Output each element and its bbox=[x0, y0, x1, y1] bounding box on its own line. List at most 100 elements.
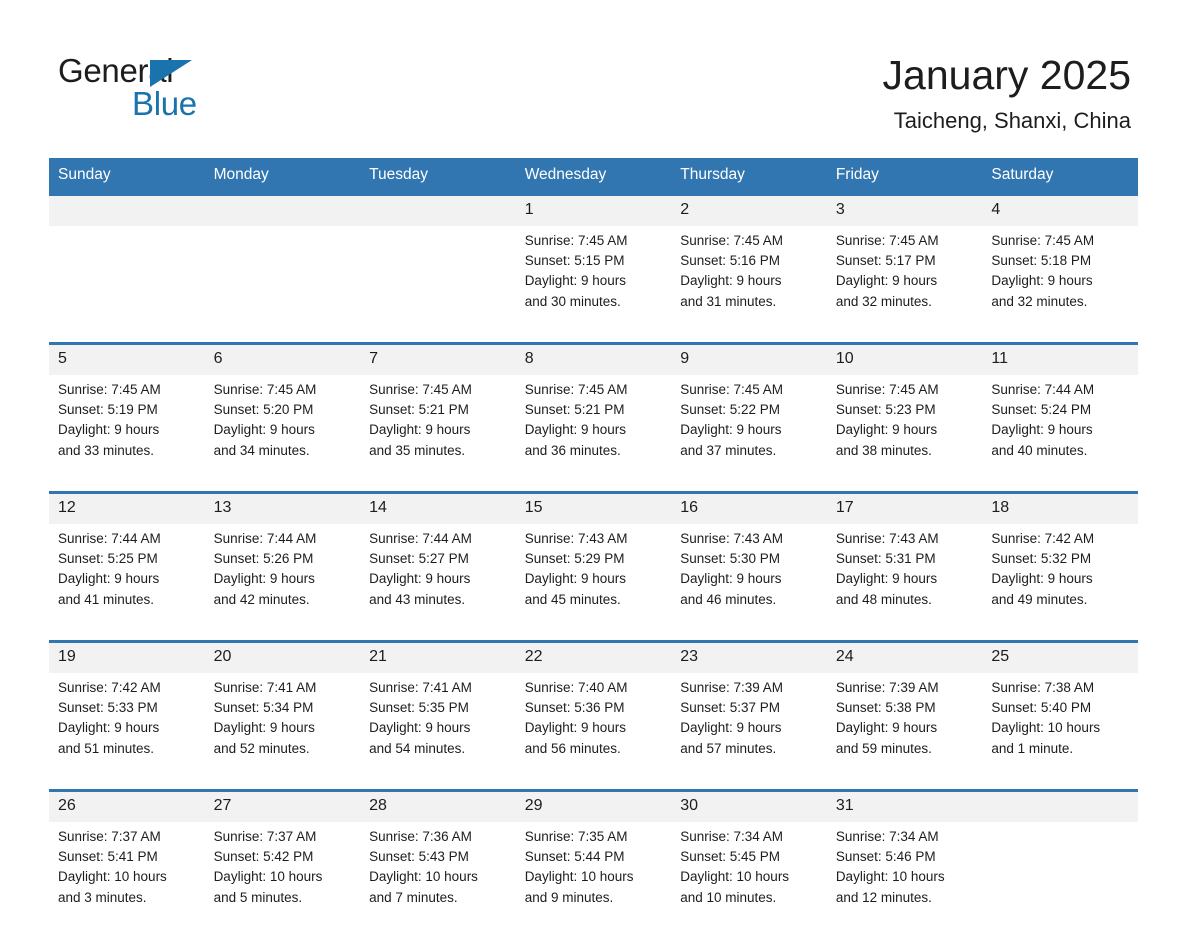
day-number[interactable]: 8 bbox=[515, 345, 672, 375]
day-number[interactable]: 4 bbox=[982, 196, 1138, 226]
calendar-body: 1 2 3 4 Sunrise: 7:45 AM Sunset: 5:15 PM Dayli… bbox=[49, 193, 1138, 938]
day-cell-details[interactable]: Sunrise: 7:45 AM Sunset: 5:17 PM Daylight:… bbox=[826, 226, 983, 342]
general-blue-logo[interactable]: General Blue bbox=[58, 52, 318, 132]
day-cell-details[interactable]: Sunrise: 7:42 AM Sunset: 5:32 PM Daylight:… bbox=[982, 524, 1138, 640]
daylight-text-line2: and 46 minutes. bbox=[680, 591, 777, 607]
day-detail-row: Sunrise: 7:45 AM Sunset: 5:15 PM Daylight:… bbox=[49, 226, 1138, 342]
day-number[interactable]: 1 bbox=[515, 196, 672, 226]
daylight-text-line1: Daylight: 9 hours bbox=[524, 720, 626, 736]
day-cell-details[interactable]: Sunrise: 7:39 AM Sunset: 5:38 PM Daylight:… bbox=[826, 673, 983, 789]
sunset-text: Sunset: 5:19 PM bbox=[58, 402, 158, 418]
daylight-text-line2: and 59 minutes. bbox=[835, 740, 932, 756]
day-number[interactable]: 14 bbox=[360, 494, 516, 524]
sunrise-text: Sunrise: 7:34 AM bbox=[835, 829, 939, 844]
day-number[interactable]: 11 bbox=[982, 345, 1138, 375]
day-number-row: 5 6 7 8 9 10 11 bbox=[49, 345, 1138, 375]
logo-triangle-icon bbox=[150, 60, 192, 87]
day-number[interactable]: 29 bbox=[515, 792, 672, 822]
day-cell-details[interactable]: Sunrise: 7:43 AM Sunset: 5:31 PM Daylight:… bbox=[826, 524, 983, 640]
daylight-text-line2: and 37 minutes. bbox=[680, 442, 777, 458]
day-cell-details[interactable]: Sunrise: 7:34 AM Sunset: 5:45 PM Daylight:… bbox=[671, 822, 827, 938]
day-cell-details[interactable]: Sunrise: 7:45 AM Sunset: 5:15 PM Daylight:… bbox=[515, 226, 672, 342]
daylight-text-line2: and 54 minutes. bbox=[369, 740, 466, 756]
day-number[interactable]: 10 bbox=[826, 345, 983, 375]
day-number[interactable]: 5 bbox=[49, 345, 205, 375]
daylight-text-line1: Daylight: 9 hours bbox=[680, 720, 782, 736]
day-cell-details[interactable]: Sunrise: 7:45 AM Sunset: 5:20 PM Daylight:… bbox=[204, 375, 361, 491]
day-number[interactable]: 19 bbox=[49, 643, 205, 673]
sunrise-text: Sunrise: 7:44 AM bbox=[58, 531, 161, 546]
day-number[interactable]: 3 bbox=[826, 196, 983, 226]
daylight-text-line2: and 3 minutes. bbox=[58, 889, 147, 905]
daylight-text-line1: Daylight: 9 hours bbox=[213, 571, 315, 587]
column-header-tuesday: Tuesday bbox=[360, 158, 516, 193]
sunrise-text: Sunrise: 7:42 AM bbox=[58, 680, 161, 695]
day-cell-details[interactable]: Sunrise: 7:45 AM Sunset: 5:19 PM Daylight:… bbox=[49, 375, 205, 491]
sunrise-text: Sunrise: 7:45 AM bbox=[213, 382, 317, 397]
day-number[interactable]: 31 bbox=[826, 792, 983, 822]
daylight-text-line1: Daylight: 9 hours bbox=[58, 720, 160, 736]
day-cell-details[interactable]: Sunrise: 7:36 AM Sunset: 5:43 PM Daylight:… bbox=[360, 822, 516, 938]
day-number[interactable]: 26 bbox=[49, 792, 205, 822]
day-number[interactable]: 27 bbox=[204, 792, 361, 822]
day-cell-details[interactable]: Sunrise: 7:43 AM Sunset: 5:30 PM Daylight:… bbox=[671, 524, 827, 640]
day-cell-details[interactable]: Sunrise: 7:44 AM Sunset: 5:27 PM Daylight:… bbox=[360, 524, 516, 640]
sunrise-text: Sunrise: 7:45 AM bbox=[680, 233, 784, 248]
sunrise-sunset-calendar-table: Sunday Monday Tuesday Wednesday Thursday… bbox=[49, 158, 1138, 938]
day-cell-details[interactable]: Sunrise: 7:43 AM Sunset: 5:29 PM Daylight:… bbox=[515, 524, 672, 640]
logo-word-blue: Blue bbox=[132, 85, 197, 122]
day-number[interactable]: 22 bbox=[515, 643, 672, 673]
daylight-text-line2: and 12 minutes. bbox=[835, 889, 932, 905]
day-number[interactable]: 30 bbox=[671, 792, 827, 822]
day-cell-details[interactable]: Sunrise: 7:35 AM Sunset: 5:44 PM Daylight:… bbox=[515, 822, 672, 938]
day-cell-details[interactable]: Sunrise: 7:41 AM Sunset: 5:34 PM Daylight:… bbox=[204, 673, 361, 789]
day-cell-details[interactable]: Sunrise: 7:38 AM Sunset: 5:40 PM Daylight:… bbox=[982, 673, 1138, 789]
day-number[interactable]: 9 bbox=[671, 345, 827, 375]
day-cell-details[interactable]: Sunrise: 7:41 AM Sunset: 5:35 PM Daylight:… bbox=[360, 673, 516, 789]
day-cell-details[interactable]: Sunrise: 7:45 AM Sunset: 5:23 PM Daylight:… bbox=[826, 375, 983, 491]
day-cell-details[interactable]: Sunrise: 7:45 AM Sunset: 5:21 PM Daylight:… bbox=[360, 375, 516, 491]
daylight-text-line1: Daylight: 9 hours bbox=[835, 571, 938, 587]
day-cell-details[interactable]: Sunrise: 7:44 AM Sunset: 5:24 PM Daylight:… bbox=[982, 375, 1138, 491]
day-cell-details[interactable]: Sunrise: 7:42 AM Sunset: 5:33 PM Daylight:… bbox=[49, 673, 205, 789]
sunrise-text: Sunrise: 7:42 AM bbox=[991, 531, 1095, 546]
day-number[interactable]: 18 bbox=[982, 494, 1138, 524]
calendar-page: General Blue January 2025 Taicheng, Shan… bbox=[0, 0, 1188, 938]
sunset-text: Sunset: 5:22 PM bbox=[680, 402, 781, 418]
day-cell-details[interactable]: Sunrise: 7:37 AM Sunset: 5:42 PM Daylight:… bbox=[204, 822, 361, 938]
day-cell-details[interactable]: Sunrise: 7:37 AM Sunset: 5:41 PM Daylight:… bbox=[49, 822, 205, 938]
title-block: January 2025 Taicheng, Shanxi, China bbox=[883, 50, 1131, 136]
day-number[interactable]: 20 bbox=[204, 643, 361, 673]
sunrise-text: Sunrise: 7:41 AM bbox=[369, 680, 472, 695]
daylight-text-line2: and 34 minutes. bbox=[213, 442, 310, 458]
day-cell-details[interactable]: Sunrise: 7:45 AM Sunset: 5:21 PM Daylight:… bbox=[515, 375, 672, 491]
day-cell-details[interactable]: Sunrise: 7:40 AM Sunset: 5:36 PM Daylight:… bbox=[515, 673, 672, 789]
day-cell-details[interactable]: Sunrise: 7:44 AM Sunset: 5:26 PM Daylight:… bbox=[204, 524, 361, 640]
day-number[interactable]: 12 bbox=[49, 494, 205, 524]
day-number[interactable]: 28 bbox=[360, 792, 516, 822]
day-number[interactable]: 17 bbox=[826, 494, 983, 524]
day-number[interactable]: 2 bbox=[671, 196, 827, 226]
day-number[interactable]: 16 bbox=[671, 494, 827, 524]
day-cell-details[interactable]: Sunrise: 7:45 AM Sunset: 5:16 PM Daylight:… bbox=[671, 226, 827, 342]
day-number-row: 19 20 21 22 23 24 25 bbox=[49, 643, 1138, 673]
day-cell-details[interactable]: Sunrise: 7:39 AM Sunset: 5:37 PM Daylight:… bbox=[671, 673, 827, 789]
day-cell-details[interactable]: Sunrise: 7:45 AM Sunset: 5:18 PM Daylight:… bbox=[982, 226, 1138, 342]
sunrise-text: Sunrise: 7:39 AM bbox=[680, 680, 784, 695]
day-number[interactable]: 23 bbox=[671, 643, 827, 673]
day-cell-details[interactable]: Sunrise: 7:45 AM Sunset: 5:22 PM Daylight:… bbox=[671, 375, 827, 491]
day-cell-details[interactable]: Sunrise: 7:44 AM Sunset: 5:25 PM Daylight:… bbox=[49, 524, 205, 640]
day-detail-row: Sunrise: 7:44 AM Sunset: 5:25 PM Daylight:… bbox=[49, 524, 1138, 640]
day-number[interactable]: 13 bbox=[204, 494, 361, 524]
empty-day-cell bbox=[49, 226, 205, 342]
sunrise-text: Sunrise: 7:45 AM bbox=[369, 382, 472, 397]
day-number[interactable]: 21 bbox=[360, 643, 516, 673]
day-number[interactable]: 7 bbox=[360, 345, 516, 375]
day-cell-details[interactable]: Sunrise: 7:34 AM Sunset: 5:46 PM Daylight:… bbox=[826, 822, 983, 938]
day-number[interactable]: 6 bbox=[204, 345, 361, 375]
day-number[interactable]: 25 bbox=[982, 643, 1138, 673]
day-number[interactable]: 24 bbox=[826, 643, 983, 673]
daylight-text-line1: Daylight: 9 hours bbox=[835, 273, 938, 289]
day-number[interactable]: 15 bbox=[515, 494, 672, 524]
daylight-text-line2: and 5 minutes. bbox=[213, 889, 303, 905]
